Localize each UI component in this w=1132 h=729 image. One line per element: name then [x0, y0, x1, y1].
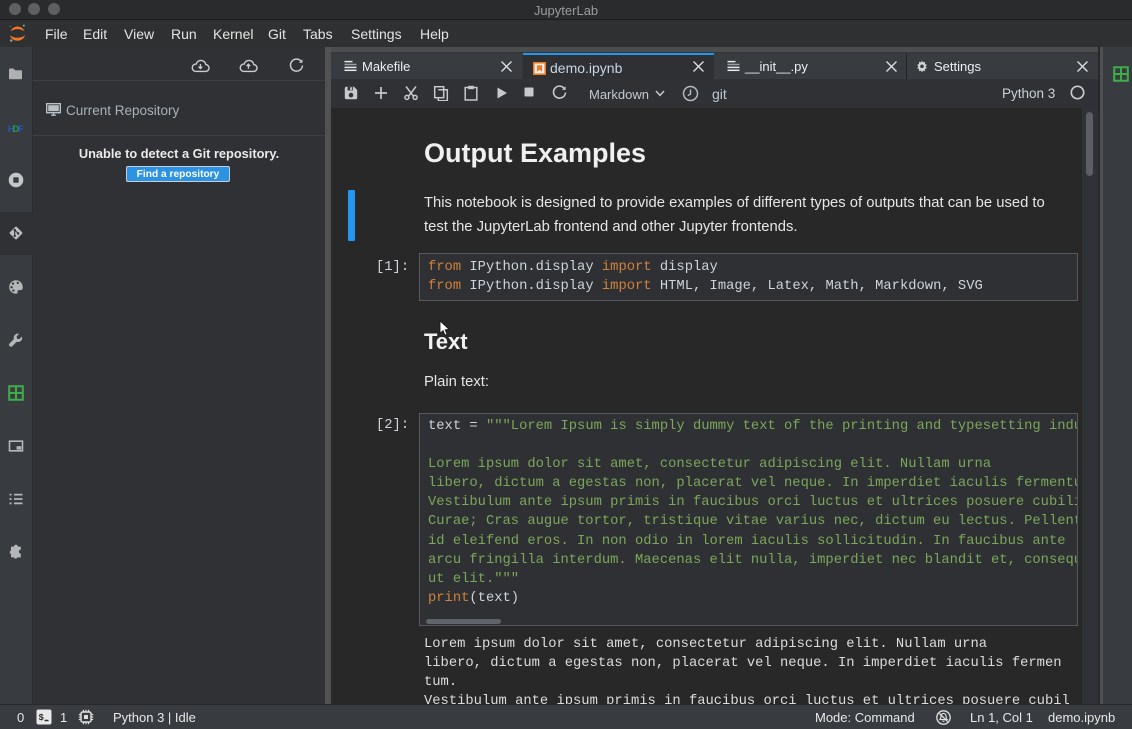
svg-text:$: $	[39, 713, 45, 723]
svg-text:F: F	[18, 124, 24, 134]
